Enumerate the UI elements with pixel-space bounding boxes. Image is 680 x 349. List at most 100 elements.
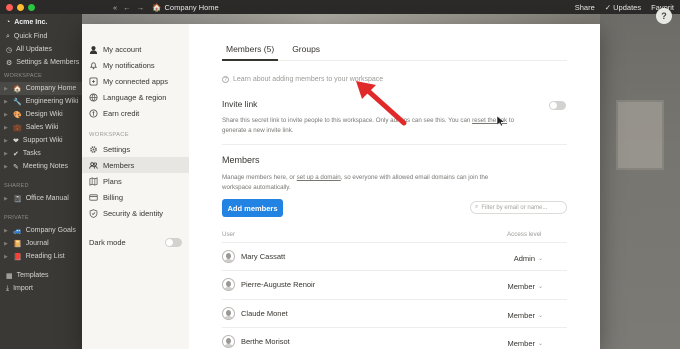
forward-arrow-icon[interactable]: → <box>137 3 145 12</box>
back-arrow-icon[interactable]: ← <box>123 3 131 12</box>
nav-label: Security & identity <box>103 208 164 218</box>
app-sidebar: ◔ Acme Inc. ⌕ Quick Find ◷ All Updates ⚙ Se… <box>0 14 82 349</box>
member-row[interactable]: Claude Monet Member ⌄ <box>222 299 567 327</box>
invite-link-description: Share this secret link to invite people … <box>222 116 522 135</box>
gear-icon <box>89 145 98 154</box>
updates-button[interactable]: ✓ Updates <box>605 3 641 12</box>
dark-mode-toggle[interactable] <box>165 237 182 247</box>
workspace-switcher[interactable]: ◔ Acme Inc. <box>0 14 82 30</box>
members-heading: Members <box>222 155 260 165</box>
templates-icon: ▦ <box>6 272 13 280</box>
expand-triangle-icon[interactable]: ▶ <box>4 138 9 144</box>
settings-nav-members[interactable]: Members <box>82 157 189 173</box>
all-updates-item[interactable]: ◷ All Updates <box>0 43 82 56</box>
sidebar-page-item[interactable]: ▶ 🚙 Company Goals <box>0 224 82 237</box>
tab-groups[interactable]: Groups <box>288 41 324 61</box>
add-members-button[interactable]: Add members <box>222 199 283 217</box>
expand-triangle-icon[interactable]: ▶ <box>4 241 9 247</box>
invite-link-toggle[interactable] <box>549 101 566 110</box>
sidebar-page-item[interactable]: ▶ 📔 Journal <box>0 237 82 250</box>
expand-triangle-icon[interactable]: ▶ <box>4 151 9 157</box>
import-item[interactable]: ⤓ Import <box>0 282 82 295</box>
sidebar-section-shared: SHARED <box>4 182 29 189</box>
all-updates-label: All Updates <box>16 46 52 53</box>
sidebar-page-item[interactable]: ▶ 🏠 Company Home <box>0 82 82 95</box>
member-name: Mary Cassatt <box>241 252 286 261</box>
dark-mode-row: Dark mode <box>82 234 189 250</box>
sidebar-page-item[interactable]: ▶ 🎨 Design Wiki <box>0 108 82 121</box>
page-emoji-icon: 🔧 <box>13 98 22 106</box>
settings-nav-settings[interactable]: Settings <box>82 141 189 157</box>
set-up-domain-link[interactable]: set up a domain <box>297 174 341 181</box>
share-button[interactable]: Share <box>575 3 595 12</box>
settings-nav-language[interactable]: Language & region <box>82 89 189 105</box>
settings-nav-security[interactable]: Security & identity <box>82 205 189 221</box>
member-row[interactable]: Berthe Morisot Member ⌄ <box>222 327 567 349</box>
breadcrumb-title: Company Home <box>164 2 219 12</box>
help-button[interactable]: ? <box>656 8 672 24</box>
page-emoji-icon: 🚙 <box>13 227 22 235</box>
settings-nav-notifications[interactable]: My notifications <box>82 57 189 73</box>
question-circle-icon: ? <box>222 76 229 83</box>
workspace-logo-icon: ◔ <box>6 18 11 26</box>
members-desc-part1: Manage members here, or <box>222 174 295 181</box>
templates-item[interactable]: ▦ Templates <box>0 269 82 282</box>
chevron-down-icon: ⌄ <box>537 341 543 347</box>
close-window-button[interactable] <box>6 3 13 11</box>
settings-nav-my-account[interactable]: My account <box>82 41 189 57</box>
sidebar-page-item[interactable]: ▶ ✎ Meeting Notes <box>0 160 82 173</box>
settings-nav-connected-apps[interactable]: My connected apps <box>82 73 189 89</box>
nav-label: My connected apps <box>103 76 169 86</box>
expand-triangle-icon[interactable]: ▶ <box>4 164 9 170</box>
sidebar-page-item[interactable]: ▶ ✔ Tasks <box>0 147 82 160</box>
access-level-select[interactable]: Member <box>485 339 535 348</box>
people-icon <box>89 161 98 170</box>
quick-find-item[interactable]: ⌕ Quick Find <box>0 30 82 43</box>
updates-label: Updates <box>613 2 642 12</box>
member-name: Berthe Morisot <box>241 337 290 346</box>
settings-nav-billing[interactable]: Billing <box>82 189 189 205</box>
expand-triangle-icon[interactable]: ▶ <box>4 125 9 131</box>
page-emoji-icon: 🏠 <box>13 85 22 93</box>
gear-icon: ⚙ <box>6 59 13 67</box>
tab-members[interactable]: Members (5) <box>222 41 279 61</box>
sidebar-page-item[interactable]: ▶ ❤ Support Wiki <box>0 134 82 147</box>
expand-triangle-icon[interactable]: ▶ <box>4 228 9 234</box>
expand-triangle-icon[interactable]: ▶ <box>4 112 9 118</box>
expand-triangle-icon[interactable]: ▶ <box>4 196 9 202</box>
sidebar-section-workspace: WORKSPACE <box>4 72 43 79</box>
sidebar-page-item[interactable]: ▶ 🔧 Engineering Wiki <box>0 95 82 108</box>
nav-label: Earn credit <box>103 108 140 118</box>
settings-members-item[interactable]: ⚙ Settings & Members <box>0 56 82 69</box>
sidebar-page-item[interactable]: ▶ 💼 Sales Wiki <box>0 121 82 134</box>
learn-text: Learn about adding members to your works… <box>233 76 384 83</box>
access-level-select[interactable]: Member <box>485 311 535 320</box>
avatar <box>222 278 235 291</box>
expand-triangle-icon[interactable]: ▶ <box>4 254 9 260</box>
settings-nav-plans[interactable]: Plans <box>82 173 189 189</box>
member-filter-input[interactable]: ⌕ Filter by email or name... <box>470 201 567 214</box>
sidebar-page-label: Company Home <box>25 85 77 92</box>
maximize-window-button[interactable] <box>28 3 35 11</box>
expand-triangle-icon[interactable]: ▶ <box>4 99 9 105</box>
access-level-select[interactable]: Member <box>485 282 535 291</box>
breadcrumb[interactable]: 🏠 Company Home <box>152 3 219 12</box>
settings-nav-earn-credit[interactable]: Earn credit <box>82 105 189 121</box>
expand-triangle-icon[interactable]: ▶ <box>4 86 9 92</box>
member-row[interactable]: Mary Cassatt Admin ⌄ <box>222 242 567 270</box>
collapse-sidebar-icon[interactable]: « <box>113 3 117 12</box>
minimize-window-button[interactable] <box>17 3 24 11</box>
page-emoji-icon: 📔 <box>13 240 22 248</box>
member-row[interactable]: Pierre-Auguste Renoir Member ⌄ <box>222 270 567 298</box>
sidebar-page-item[interactable]: ▶ 📓 Office Manual <box>0 192 82 205</box>
mouse-cursor-icon <box>497 116 505 126</box>
coin-icon <box>89 108 98 118</box>
learn-about-members-link[interactable]: ? Learn about adding members to your wor… <box>222 76 383 83</box>
sidebar-page-label: Support Wiki <box>22 137 63 144</box>
sidebar-page-item[interactable]: ▶ 📕 Reading List <box>0 250 82 263</box>
page-emoji-icon: ❤ <box>13 137 19 145</box>
access-level-select[interactable]: Admin <box>485 254 535 263</box>
member-name: Pierre-Auguste Renoir <box>241 280 316 289</box>
page-emoji-icon: ✔ <box>13 150 19 158</box>
sidebar-page-label: Company Goals <box>25 227 76 234</box>
